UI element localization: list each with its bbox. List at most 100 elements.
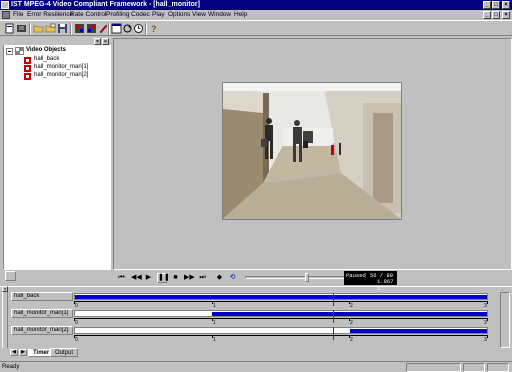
- tree-root-label[interactable]: Video Objects: [26, 47, 66, 54]
- menu-options[interactable]: Options: [168, 10, 190, 20]
- app-icon[interactable]: [1, 1, 9, 9]
- status-bar: Ready: [0, 361, 512, 372]
- ruler-tick-label: 1: [213, 303, 216, 309]
- track-bar[interactable]: [74, 310, 488, 317]
- toolbar-separator: [70, 23, 72, 35]
- pause-icon[interactable]: ❚❚: [157, 273, 170, 283]
- playhead-cursor[interactable]: [333, 293, 334, 306]
- track-label[interactable]: hall_back: [11, 292, 73, 301]
- window-title: IST MPEG-4 Video Compliant Framework - […: [11, 1, 200, 8]
- ruler-line: [74, 318, 488, 319]
- timeline-splitter: [0, 286, 512, 289]
- toolbar-separator: [29, 23, 31, 35]
- menu-play[interactable]: Play: [152, 10, 165, 20]
- playhead-cursor[interactable]: [333, 310, 334, 323]
- track-active-range: [75, 295, 487, 299]
- encode-icon[interactable]: [74, 23, 85, 34]
- menu-rate-control[interactable]: Rate Control: [70, 10, 107, 20]
- collapse-icon[interactable]: [6, 48, 13, 55]
- window-view-icon[interactable]: [111, 23, 122, 34]
- playback-slider-thumb[interactable]: [305, 273, 309, 282]
- ruler-line: [74, 335, 488, 336]
- ruler-tick-label: 1: [213, 320, 216, 326]
- ruler-line: [74, 301, 488, 302]
- toolbar-separator: [108, 23, 110, 35]
- menu-window[interactable]: Window: [208, 10, 231, 20]
- tree-view-tab[interactable]: [5, 271, 16, 281]
- video-frame: [222, 82, 402, 220]
- step-back-icon[interactable]: ◀◀: [131, 273, 142, 282]
- menu-view[interactable]: View: [192, 10, 206, 20]
- track-active-range: [212, 312, 487, 316]
- tree-panel-header: = ×: [3, 38, 111, 45]
- panel-dock-icon[interactable]: =: [94, 38, 101, 45]
- loop-icon[interactable]: ⟲: [228, 273, 237, 282]
- ruler-tick-label: 3: [484, 303, 487, 309]
- ruler-tick-label: 2: [350, 303, 353, 309]
- menu-file[interactable]: File: [13, 10, 23, 20]
- tree-item-hall-monitor-man-1[interactable]: hall_monitor_man[1]: [34, 64, 88, 71]
- help-icon[interactable]: ?: [148, 23, 159, 34]
- timeline-scrollbar[interactable]: [500, 292, 510, 348]
- track-label[interactable]: hall_monitor_man[2]: [11, 326, 73, 335]
- playback-slider[interactable]: [245, 276, 345, 279]
- minimize-icon[interactable]: _: [483, 1, 491, 9]
- close-icon[interactable]: ×: [502, 1, 510, 9]
- document-icon[interactable]: [2, 11, 10, 19]
- status-pane: [406, 363, 461, 372]
- new-icon[interactable]: [4, 23, 15, 34]
- ruler-tick-label: 2: [350, 337, 353, 343]
- skip-end-icon[interactable]: ⏭: [198, 273, 207, 282]
- ruler-tick-label: 3: [484, 320, 487, 326]
- track-bar[interactable]: [74, 293, 488, 300]
- stop-icon[interactable]: ■: [171, 273, 180, 282]
- menu-codec[interactable]: Codec: [131, 10, 150, 20]
- tree-footer: [3, 270, 111, 283]
- fast-forward-icon[interactable]: ▶▶: [184, 273, 195, 282]
- child-close-icon[interactable]: ×: [502, 11, 510, 19]
- panel-close-icon[interactable]: ×: [102, 38, 109, 45]
- child-minimize-icon[interactable]: _: [483, 11, 491, 19]
- timeline-close-icon[interactable]: ×: [2, 286, 8, 292]
- track-label[interactable]: hall_monitor_man[1]: [11, 309, 73, 318]
- open-multiple-icon[interactable]: [45, 23, 56, 34]
- play-icon[interactable]: ▶: [144, 273, 153, 282]
- tab-scroll-left-icon[interactable]: ◀: [10, 349, 18, 356]
- record-icon[interactable]: [16, 23, 27, 34]
- toolbar-separator: [145, 23, 147, 35]
- title-bar: IST MPEG-4 Video Compliant Framework - […: [0, 0, 512, 10]
- menu-bar: File Error Resilience Rate Control Profi…: [0, 10, 512, 20]
- tree-item-hall-monitor-man-2[interactable]: hall_monitor_man[2]: [34, 72, 88, 79]
- maximize-icon[interactable]: □: [492, 1, 500, 9]
- track-bar[interactable]: [74, 327, 488, 334]
- status-pane: [487, 363, 509, 372]
- child-restore-icon[interactable]: □: [492, 11, 500, 19]
- ruler-tick-label: 3: [484, 337, 487, 343]
- tab-scroll-right-icon[interactable]: ▶: [19, 349, 27, 356]
- refresh-icon[interactable]: [122, 23, 133, 34]
- save-icon[interactable]: [57, 23, 68, 34]
- clock-icon[interactable]: [133, 23, 144, 34]
- ruler-tick: [487, 335, 488, 338]
- playback-status-box: Paused 56 / 89 1.867 s: [344, 271, 397, 292]
- status-pane: [463, 363, 485, 372]
- menu-help[interactable]: Help: [234, 10, 247, 20]
- video-object-icon: [24, 57, 31, 64]
- tree-item-hall-back[interactable]: hall_back: [34, 56, 59, 63]
- ruler-tick-label: 1: [213, 337, 216, 343]
- menu-error-resilience[interactable]: Error Resilience: [27, 10, 73, 20]
- playback-status: Paused: [346, 272, 366, 279]
- skip-start-icon[interactable]: ⏮: [117, 273, 126, 282]
- ruler-tick-label: 0: [75, 337, 78, 343]
- video-objects-icon: [15, 47, 24, 55]
- tab-output[interactable]: Output: [50, 348, 79, 357]
- playhead-cursor[interactable]: [333, 327, 334, 340]
- ruler-tick-label: 0: [75, 303, 78, 309]
- ruler-tick-label: 2: [350, 320, 353, 326]
- menu-profiling[interactable]: Profiling: [106, 10, 129, 20]
- timeline-grip: [2, 292, 8, 348]
- panel-tabs: ◀ ▶ Timer Output: [0, 348, 512, 358]
- decode-icon[interactable]: [86, 23, 97, 34]
- step-frame-icon[interactable]: ◆: [215, 273, 224, 282]
- open-icon[interactable]: [33, 23, 44, 34]
